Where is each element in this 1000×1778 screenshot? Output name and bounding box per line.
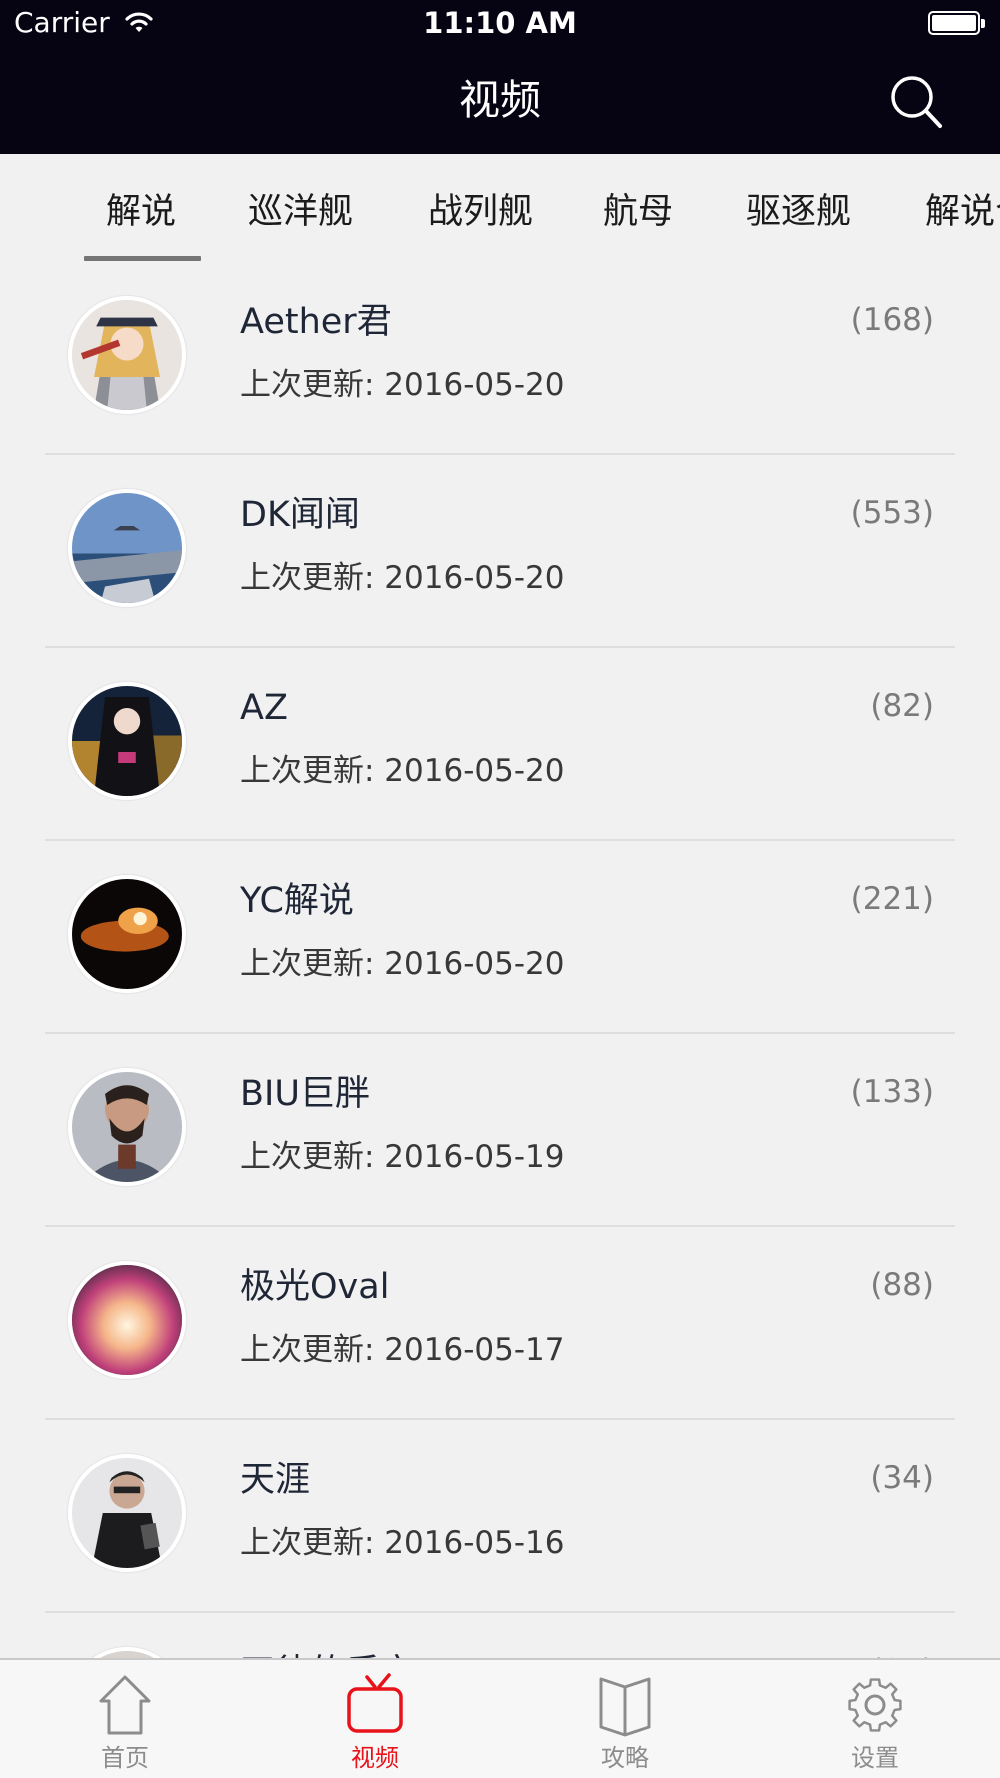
last-update: 上次更新: 2016-05-17 <box>240 1332 565 1368</box>
tab-jieshuo[interactable]: 解说 <box>106 188 176 236</box>
avatar <box>68 875 186 993</box>
tabbar-settings[interactable]: 设置 <box>750 1660 1000 1778</box>
commentator-name: 极光Oval <box>240 1267 390 1307</box>
commentator-name: YC解说 <box>240 881 354 921</box>
status-time: 11:10 AM <box>423 6 577 40</box>
commentator-name: BIU巨胖 <box>240 1074 370 1114</box>
tabbar-guide[interactable]: 攻略 <box>500 1660 750 1778</box>
search-button[interactable] <box>884 70 950 132</box>
commentator-name: 天涯 <box>240 1460 311 1500</box>
tabbar-video-label: 视频 <box>351 1744 399 1772</box>
book-icon <box>599 1677 651 1737</box>
commentator-name: DK闻闻 <box>240 495 360 535</box>
tabbar-home-label: 首页 <box>101 1744 149 1772</box>
video-count: (82) <box>870 688 934 724</box>
gear-icon <box>848 1678 902 1732</box>
battery-icon <box>928 11 986 37</box>
video-count: (88) <box>870 1267 934 1303</box>
video-count: (221) <box>850 881 934 917</box>
video-count: (34) <box>870 1460 934 1496</box>
tv-icon <box>347 1673 403 1733</box>
list-item[interactable]: DK闻闻 上次更新: 2016-05-20 (553) <box>0 455 1000 648</box>
home-icon <box>99 1675 151 1735</box>
list-item[interactable]: 极光Oval 上次更新: 2016-05-17 (88) <box>0 1227 1000 1420</box>
bottom-tab-bar: 首页 视频 攻略 设置 <box>0 1658 1000 1778</box>
avatar <box>68 296 186 414</box>
tab-carrier[interactable]: 航母 <box>603 188 673 236</box>
avatar <box>68 682 186 800</box>
category-tabs: 解说 巡洋舰 战列舰 航母 驱逐舰 解说合 <box>0 154 1000 262</box>
tabbar-home[interactable]: 首页 <box>0 1660 250 1778</box>
last-update: 上次更新: 2016-05-20 <box>240 946 565 982</box>
navigation-bar: Carrier 11:10 AM 视频 <box>0 0 1000 154</box>
list-item[interactable]: 四律的后宫 (20) <box>0 1613 1000 1658</box>
last-update: 上次更新: 2016-05-20 <box>240 560 565 596</box>
avatar <box>68 1068 186 1186</box>
page-title: 视频 <box>459 76 541 124</box>
tabbar-settings-label: 设置 <box>851 1744 899 1772</box>
avatar <box>68 489 186 607</box>
video-count: (168) <box>850 302 934 338</box>
last-update: 上次更新: 2016-05-20 <box>240 753 565 789</box>
selected-tab-indicator <box>84 256 201 261</box>
list-item[interactable]: BIU巨胖 上次更新: 2016-05-19 (133) <box>0 1034 1000 1227</box>
list-item[interactable]: AZ 上次更新: 2016-05-20 (82) <box>0 648 1000 841</box>
last-update: 上次更新: 2016-05-16 <box>240 1525 565 1561</box>
list-item[interactable]: Aether君 上次更新: 2016-05-20 (168) <box>0 262 1000 455</box>
avatar <box>68 1261 186 1379</box>
video-count: (20) <box>870 1649 934 1658</box>
last-update: 上次更新: 2016-05-19 <box>240 1139 565 1175</box>
tabbar-guide-label: 攻略 <box>601 1744 649 1772</box>
commentator-name: Aether君 <box>240 302 392 342</box>
tab-jieshuo-collection[interactable]: 解说合 <box>925 188 1000 236</box>
last-update: 上次更新: 2016-05-20 <box>240 367 565 403</box>
tab-battleship[interactable]: 战列舰 <box>428 188 533 236</box>
commentator-name: 四律的后宫 <box>240 1649 415 1658</box>
tab-destroyer[interactable]: 驱逐舰 <box>746 188 851 236</box>
commentator-name: AZ <box>240 688 288 728</box>
tabbar-video[interactable]: 视频 <box>250 1660 500 1778</box>
video-count: (553) <box>850 495 934 531</box>
avatar <box>68 1647 186 1658</box>
tab-cruiser[interactable]: 巡洋舰 <box>248 188 353 236</box>
avatar <box>68 1454 186 1572</box>
list-item[interactable]: YC解说 上次更新: 2016-05-20 (221) <box>0 841 1000 1034</box>
list-item[interactable]: 天涯 上次更新: 2016-05-16 (34) <box>0 1420 1000 1613</box>
video-count: (133) <box>850 1074 934 1110</box>
search-icon <box>891 76 942 128</box>
commentator-list[interactable]: Aether君 上次更新: 2016-05-20 (168) DK闻闻 上次更新… <box>0 262 1000 1658</box>
